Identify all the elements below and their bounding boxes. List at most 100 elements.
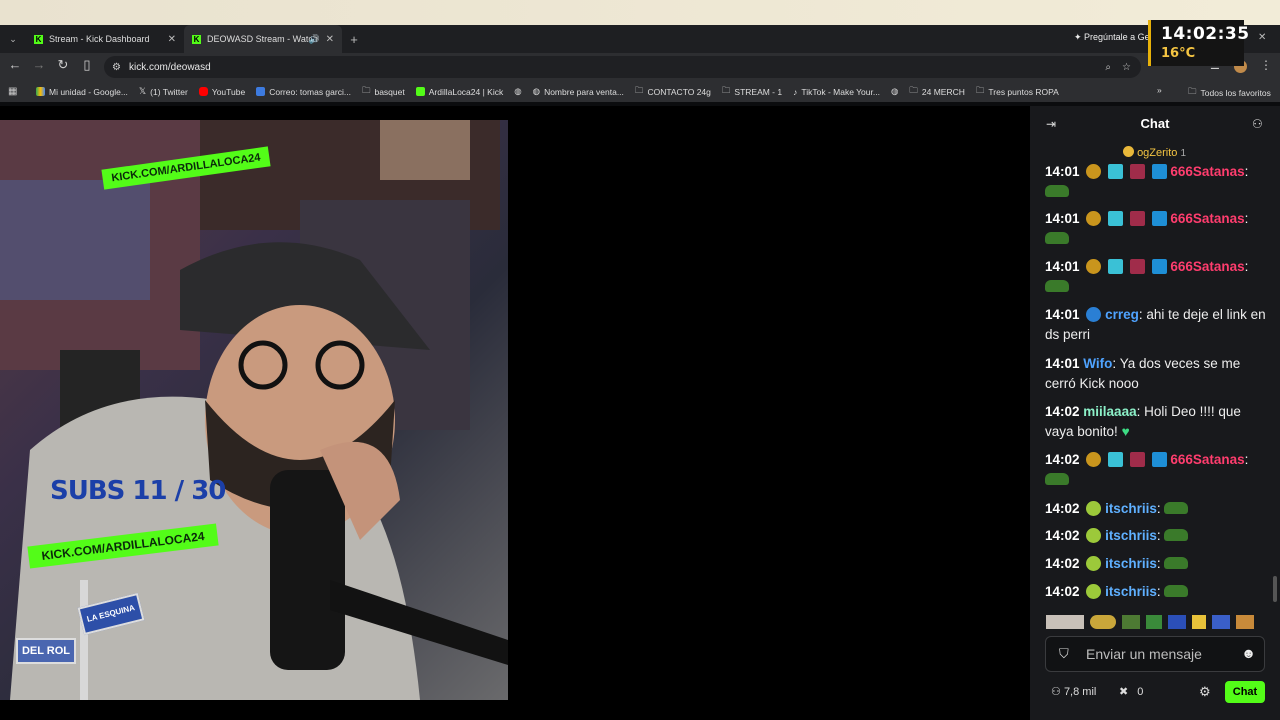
og-badge-icon	[1108, 164, 1124, 179]
gift-badge-icon	[1129, 211, 1145, 226]
emote-icon[interactable]	[1212, 615, 1230, 629]
speaker-icon[interactable]: 🔊	[309, 34, 320, 45]
message-time: 14:02	[1045, 584, 1080, 599]
message-user[interactable]: itschriis	[1105, 556, 1157, 571]
kick-favicon-icon: K	[34, 34, 43, 44]
all-bookmarks-folder[interactable]: 🗀 Todos los favoritos	[1188, 86, 1271, 100]
pinned-count: 1	[1180, 148, 1187, 159]
pepe-emote	[1164, 557, 1189, 569]
bookmark-item[interactable]: YouTube	[198, 87, 245, 97]
globe-icon: ◍	[890, 86, 899, 96]
bookmark-folder[interactable]: 🗀 basquet	[362, 85, 405, 99]
viewers-count[interactable]: ⚇ 7,8 mil	[1051, 685, 1096, 698]
mod-badge-icon	[1151, 164, 1167, 179]
settings-gear-icon[interactable]: ⚙	[1199, 684, 1211, 700]
street-sign-2: DEL ROL	[16, 638, 76, 664]
chat-message: 14:02 itschriis:	[1045, 526, 1270, 546]
site-info-icon[interactable]: ⚙	[112, 62, 121, 73]
bookmark-folder[interactable]: 🗀 24 MERCH	[909, 85, 965, 99]
sub-badge-icon	[1086, 211, 1102, 226]
folder-icon: 🗀	[634, 84, 644, 95]
tab-dashboard[interactable]: K Stream - Kick Dashboard ✕	[26, 25, 184, 53]
forward-icon[interactable]: →	[30, 57, 48, 72]
chat-scrollbar[interactable]	[1273, 576, 1277, 602]
emote-bar	[1046, 615, 1266, 631]
globe-icon: ◍	[514, 86, 522, 96]
stream-video[interactable]: KICK.COM/ARDILLALOCA24 SUBS 11 / 30 KICK…	[0, 120, 508, 700]
side-panel-icon[interactable]: ▯	[78, 57, 96, 73]
x-icon: 𝕏	[138, 86, 147, 96]
chat-message: 14:01 crreg: ahi te deje el link en ds p…	[1045, 307, 1266, 342]
bookmark-item[interactable]: ♪ TikTok - Make Your...	[793, 87, 880, 97]
reload-icon[interactable]: ↻	[54, 57, 72, 73]
bookmark-item[interactable]: ◍	[891, 86, 898, 97]
chat-users-icon[interactable]: ⚇	[1252, 117, 1263, 131]
folder-icon: 🗀	[975, 84, 985, 95]
apps-icon[interactable]: ▦	[8, 86, 17, 97]
emoji-icon[interactable]: ☻	[1241, 645, 1256, 661]
bookmark-label: (1) Twitter	[150, 86, 188, 97]
shield-icon[interactable]: ⛉	[1059, 646, 1069, 662]
tab-list-chevron-icon[interactable]: ⌄	[0, 34, 26, 45]
message-user[interactable]: 666Satanas	[1170, 211, 1244, 226]
emote-icon[interactable]	[1168, 615, 1186, 629]
menu-icon[interactable]: ⋮	[1260, 58, 1272, 72]
mod-badge-icon	[1151, 211, 1167, 226]
bookmark-folder[interactable]: 🗀 CONTACTO 24g	[635, 85, 711, 99]
chat-title: Chat	[1140, 116, 1170, 131]
close-tab-icon[interactable]: ✕	[168, 34, 176, 45]
bookmark-label: Nombre para venta...	[544, 86, 624, 97]
bookmark-item[interactable]: 𝕏 (1) Twitter	[139, 86, 188, 97]
emote-icon[interactable]	[1146, 615, 1162, 629]
message-user[interactable]: 666Satanas	[1170, 164, 1244, 179]
folder-icon: 🗀	[1188, 86, 1197, 96]
mod-badge-icon	[1151, 452, 1167, 467]
bookmark-folder[interactable]: 🗀 Tres puntos ROPA	[976, 85, 1059, 99]
message-user[interactable]: itschriis	[1105, 501, 1157, 516]
emote-icon[interactable]	[1192, 615, 1206, 629]
pinned-gifter[interactable]: ogZerito 1	[1123, 146, 1186, 159]
tab-stream[interactable]: K DEOWASD Stream - Watch 🔊 ✕	[184, 25, 342, 53]
message-user[interactable]: crreg	[1105, 307, 1139, 322]
address-bar[interactable]: ⚙ kick.com/deowasd ⌕ ☆	[104, 56, 1141, 78]
chat-message: 14:02 itschriis:	[1045, 582, 1270, 602]
emote-icon[interactable]	[1046, 615, 1084, 629]
window-close-icon[interactable]: ✕	[1258, 32, 1266, 43]
bookmark-item[interactable]: ArdillaLoca24 | Kick	[415, 87, 503, 97]
new-tab-icon[interactable]: +	[342, 32, 366, 47]
message-user[interactable]: itschriis	[1105, 528, 1157, 543]
chat-panel: ⇥ Chat ⚇ ogZerito 1 14:01 666Satanas: 14…	[1030, 106, 1280, 720]
gift-badge-icon	[1129, 259, 1145, 274]
webcam-scene	[0, 120, 508, 700]
bookmark-item[interactable]: Correo: tomas garci...	[256, 87, 351, 97]
message-user[interactable]: Wifo	[1083, 356, 1112, 371]
more-bookmarks-icon[interactable]: »	[1157, 85, 1162, 95]
emote-icon[interactable]	[1090, 615, 1116, 629]
message-user[interactable]: 666Satanas	[1170, 452, 1244, 467]
message-user[interactable]: itschriis	[1105, 584, 1157, 599]
emote-icon[interactable]	[1122, 615, 1140, 629]
chat-input[interactable]: ⛉ Enviar un mensaje ☻	[1045, 636, 1265, 672]
bookmark-item[interactable]: Mi unidad - Google...	[36, 87, 128, 97]
back-icon[interactable]: ←	[6, 57, 24, 72]
bookmark-item[interactable]: ◍	[514, 86, 521, 97]
gemini-button[interactable]: ✦ Pregúntale a Gemi	[1074, 32, 1159, 43]
emote-icon[interactable]	[1236, 615, 1254, 629]
message-time: 14:02	[1045, 528, 1080, 543]
message-time: 14:01	[1045, 164, 1080, 179]
zoom-icon[interactable]: ⌕	[1105, 62, 1111, 73]
bookmark-star-icon[interactable]: ☆	[1122, 62, 1131, 73]
folder-icon: 🗀	[721, 84, 731, 95]
close-tab-icon[interactable]: ✕	[326, 34, 334, 45]
og-badge-icon	[1108, 211, 1124, 226]
send-chat-button[interactable]: Chat	[1225, 681, 1265, 703]
message-user[interactable]: 666Satanas	[1170, 259, 1244, 274]
pepe-emote	[1045, 473, 1069, 485]
trophy-badge-icon	[1086, 501, 1102, 516]
points-icon: ✖	[1119, 686, 1129, 698]
channel-points[interactable]: ✖ 0	[1119, 685, 1143, 698]
bookmark-item[interactable]: ◍ Nombre para venta...	[533, 86, 624, 97]
bookmark-label: 24 MERCH	[921, 86, 965, 97]
bookmark-folder[interactable]: 🗀 STREAM - 1	[722, 85, 782, 99]
message-user[interactable]: miilaaaa	[1083, 404, 1136, 419]
